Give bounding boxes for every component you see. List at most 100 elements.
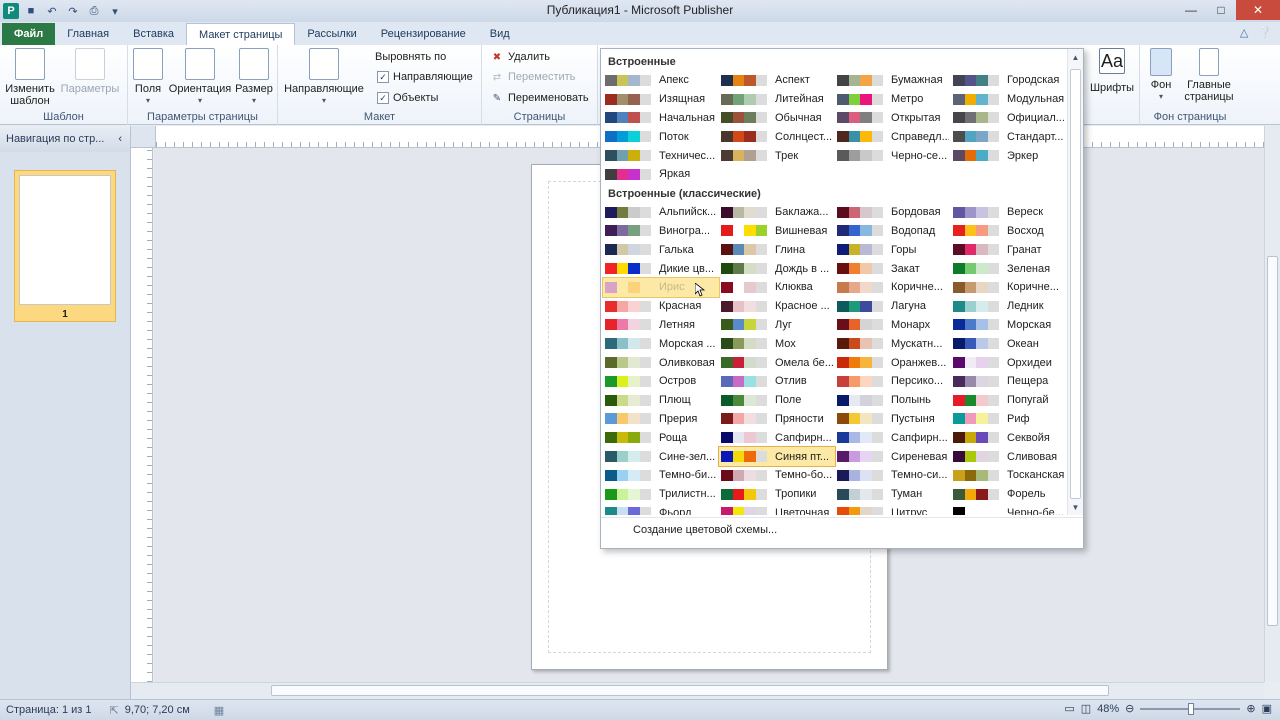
color-scheme-item[interactable]: Красная <box>603 297 719 316</box>
zoom-out-icon[interactable]: ⊖ <box>1125 702 1134 715</box>
collapse-nav-icon[interactable]: ‹ <box>118 126 122 152</box>
color-scheme-item[interactable]: Темно-би... <box>603 466 719 485</box>
color-scheme-item[interactable]: Черно-бе... <box>951 504 1067 515</box>
color-scheme-item[interactable]: Трилистн... <box>603 485 719 504</box>
color-scheme-item[interactable]: Модульная <box>951 90 1067 109</box>
move-page-button[interactable]: ⇄ Переместить <box>490 71 576 83</box>
color-scheme-item[interactable]: Клюква <box>719 278 835 297</box>
color-scheme-item[interactable]: Стандарт... <box>951 127 1067 146</box>
color-scheme-item[interactable]: Восход <box>951 222 1067 241</box>
size-button[interactable]: Размер ▾ <box>234 48 274 107</box>
color-scheme-item[interactable]: Аспект <box>719 71 835 90</box>
color-scheme-item[interactable]: Мускатн... <box>835 334 951 353</box>
color-scheme-item[interactable]: Виногра... <box>603 222 719 241</box>
color-scheme-item[interactable]: Сливовая <box>951 447 1067 466</box>
color-scheme-item[interactable]: Туман <box>835 485 951 504</box>
fit-page-icon[interactable]: ▣ <box>1262 702 1272 715</box>
color-scheme-item[interactable]: Сапфирн... <box>835 428 951 447</box>
color-scheme-item[interactable]: Гранат <box>951 240 1067 259</box>
color-scheme-item[interactable]: Эркер <box>951 146 1067 165</box>
zoom-in-icon[interactable]: ⊕ <box>1246 702 1255 715</box>
color-scheme-item[interactable]: Тосканская <box>951 466 1067 485</box>
color-scheme-item[interactable]: Трек <box>719 146 835 165</box>
color-scheme-item[interactable]: Бордовая <box>835 203 951 222</box>
color-scheme-item[interactable]: Литейная <box>719 90 835 109</box>
minimize-icon[interactable]: — <box>1176 0 1206 20</box>
color-scheme-item[interactable]: Луг <box>719 316 835 335</box>
tab-home[interactable]: Главная <box>55 23 121 45</box>
color-scheme-item[interactable]: Орхидеи <box>951 353 1067 372</box>
tab-insert[interactable]: Вставка <box>121 23 186 45</box>
color-scheme-item[interactable]: Коричне... <box>951 278 1067 297</box>
single-page-view-icon[interactable]: ▭ <box>1064 702 1074 715</box>
color-scheme-item[interactable]: Поток <box>603 127 719 146</box>
create-color-scheme-link[interactable]: Создание цветовой схемы... <box>633 524 777 536</box>
color-scheme-item[interactable]: Океан <box>951 334 1067 353</box>
color-scheme-item[interactable]: Лагуна <box>835 297 951 316</box>
zoom-slider[interactable] <box>1140 702 1241 715</box>
ribbon-minimize-icon[interactable]: △ <box>1240 26 1248 39</box>
color-scheme-item[interactable]: Морская <box>951 316 1067 335</box>
background-button[interactable]: Фон ▾ <box>1144 48 1178 103</box>
color-scheme-item[interactable]: Темно-си... <box>835 466 951 485</box>
color-scheme-item[interactable]: Синяя пт... <box>718 446 836 467</box>
page-thumbnail[interactable]: 1 <box>14 170 116 322</box>
color-scheme-item[interactable]: Баклажа... <box>719 203 835 222</box>
color-scheme-item[interactable]: Прерия <box>603 410 719 429</box>
color-scheme-item[interactable]: Коричне... <box>835 278 951 297</box>
color-scheme-item[interactable]: Остров <box>603 372 719 391</box>
align-objects-checkbox[interactable]: ✓ Объекты <box>377 92 438 104</box>
color-scheme-item[interactable]: Темно-бо... <box>719 466 835 485</box>
color-scheme-item[interactable]: Техничес... <box>603 146 719 165</box>
color-scheme-item[interactable]: Отлив <box>719 372 835 391</box>
two-page-view-icon[interactable]: ◫ <box>1081 702 1091 715</box>
gallery-scroll-thumb[interactable] <box>1070 69 1081 499</box>
zoom-slider-handle[interactable] <box>1188 702 1195 715</box>
color-scheme-item[interactable]: Справедл... <box>835 127 951 146</box>
color-scheme-item[interactable]: Ледник <box>951 297 1067 316</box>
color-scheme-item[interactable]: Зеленая <box>951 259 1067 278</box>
tab-page-layout[interactable]: Макет страницы <box>186 23 296 45</box>
color-scheme-item[interactable]: Красное ... <box>719 297 835 316</box>
color-scheme-item[interactable]: Обычная <box>719 109 835 128</box>
color-scheme-item[interactable]: Тропики <box>719 485 835 504</box>
undo-icon[interactable]: ↶ <box>43 2 61 20</box>
color-scheme-item[interactable]: Роща <box>603 428 719 447</box>
color-scheme-item[interactable]: Пряности <box>719 410 835 429</box>
color-scheme-item[interactable]: Водопад <box>835 222 951 241</box>
scroll-up-icon[interactable]: ▲ <box>1068 49 1083 65</box>
vertical-scrollbar[interactable] <box>1264 126 1280 682</box>
color-scheme-item[interactable]: Солнцест... <box>719 127 835 146</box>
color-scheme-item[interactable]: Риф <box>951 410 1067 429</box>
change-template-button[interactable]: Изменить шаблон <box>4 48 56 107</box>
rename-page-button[interactable]: ✎ Переименовать <box>490 92 589 104</box>
color-scheme-item[interactable]: Изящная <box>603 90 719 109</box>
color-scheme-item[interactable]: Дождь в ... <box>719 259 835 278</box>
zoom-level[interactable]: 48% <box>1097 703 1119 715</box>
color-scheme-item[interactable]: Глина <box>719 240 835 259</box>
tab-mailings[interactable]: Рассылки <box>295 23 368 45</box>
horizontal-scrollbar[interactable] <box>131 682 1264 699</box>
save-icon[interactable]: ■ <box>22 2 40 20</box>
color-scheme-item[interactable]: Вишневая <box>719 222 835 241</box>
color-scheme-item[interactable]: Пустыня <box>835 410 951 429</box>
gallery-scrollbar[interactable]: ▲ ▼ <box>1067 49 1083 515</box>
margins-button[interactable]: Поля ▾ <box>132 48 164 107</box>
color-scheme-item[interactable]: Плющ <box>603 391 719 410</box>
color-scheme-item[interactable]: Летняя <box>603 316 719 335</box>
color-scheme-item[interactable]: Яркая <box>603 165 719 184</box>
color-scheme-item[interactable]: Омела бе... <box>719 353 835 372</box>
vertical-ruler[interactable] <box>131 148 153 682</box>
color-scheme-item[interactable]: Галька <box>603 240 719 259</box>
orientation-button[interactable]: Ориентация ▾ <box>168 48 232 107</box>
template-options-button[interactable]: Параметры <box>58 48 122 95</box>
vertical-scroll-thumb[interactable] <box>1267 256 1278 626</box>
color-scheme-item[interactable]: Мох <box>719 334 835 353</box>
close-icon[interactable]: ✕ <box>1236 0 1280 20</box>
color-scheme-item[interactable]: Полынь <box>835 391 951 410</box>
color-scheme-item[interactable]: Форель <box>951 485 1067 504</box>
color-scheme-item[interactable]: Попугай <box>951 391 1067 410</box>
maximize-icon[interactable]: □ <box>1206 0 1236 20</box>
color-scheme-item[interactable]: Черно-се... <box>835 146 951 165</box>
help-icon[interactable]: ❔ <box>1258 26 1272 39</box>
